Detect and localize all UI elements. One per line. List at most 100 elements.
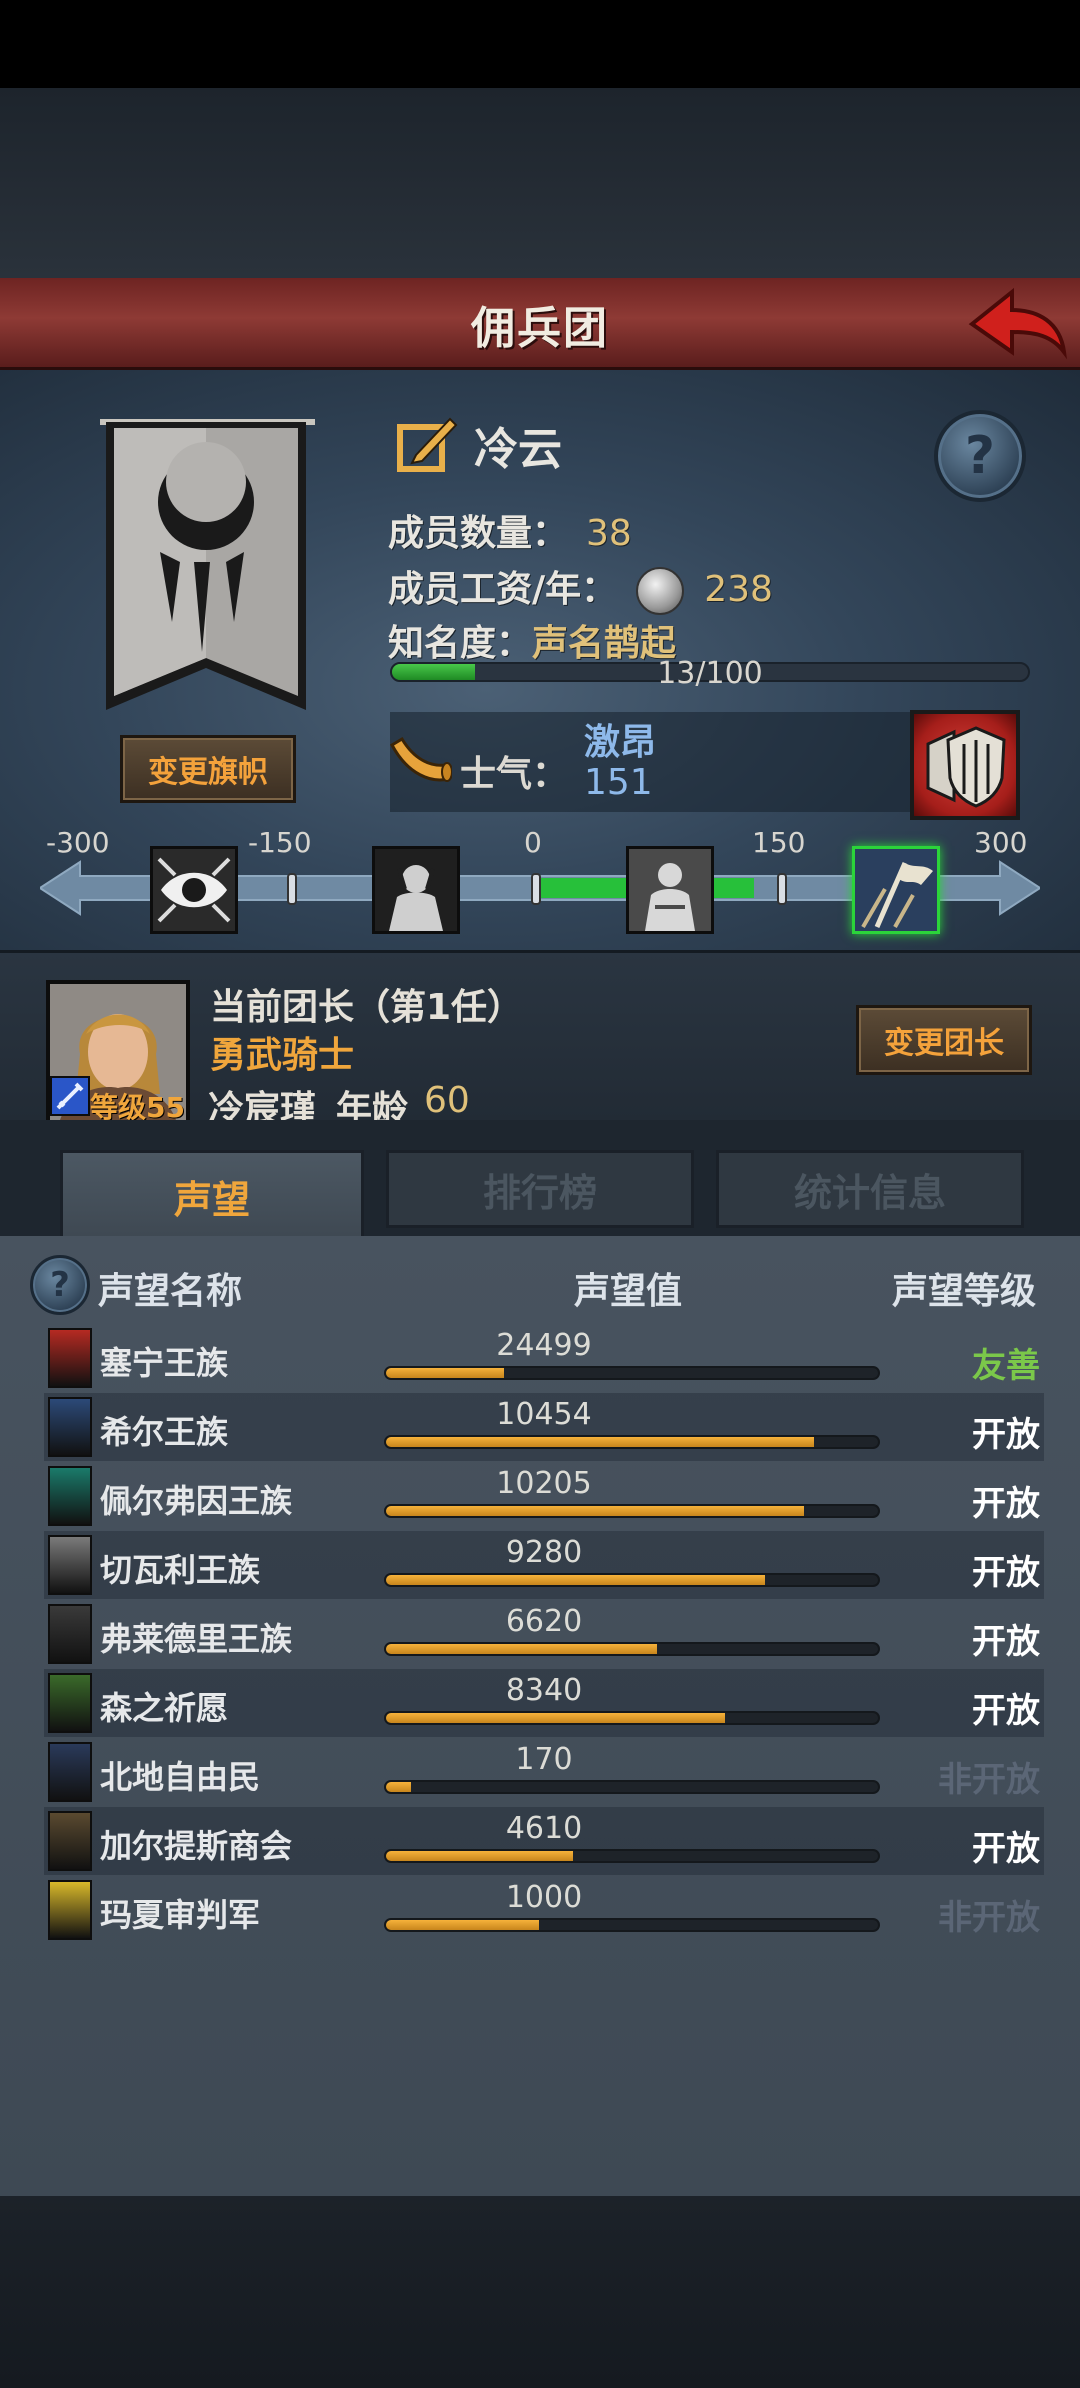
reputation-bar: [384, 1711, 880, 1725]
reputation-value: 4610: [505, 1811, 583, 1846]
eye-icon[interactable]: [150, 846, 238, 934]
reputation-level: 开放: [972, 1484, 1040, 1524]
change-leader-button[interactable]: 变更团长: [856, 1005, 1032, 1075]
faction-name: 切瓦利王族: [100, 1551, 261, 1589]
page-title: 佣兵团: [471, 303, 609, 354]
tab-statistics[interactable]: 统计信息: [716, 1150, 1024, 1228]
faction-crest-icon: [48, 1535, 92, 1595]
leader-title: 当前团长（第1任）: [210, 987, 524, 1028]
table-row[interactable]: 切瓦利王族 9280 开放: [44, 1531, 1044, 1599]
help-icon[interactable]: ?: [934, 410, 1026, 502]
reputation-bar-fill: [386, 1851, 573, 1861]
faction-name: 希尔王族: [100, 1413, 229, 1451]
tab-ranking[interactable]: 排行榜: [386, 1150, 694, 1228]
tick-label: 150: [752, 826, 806, 859]
faction-crest-icon: [48, 1742, 92, 1802]
tick-label: -300: [46, 826, 110, 859]
title-bar: 佣兵团: [0, 278, 1080, 370]
reputation-value: 9280: [505, 1535, 583, 1570]
tab-reputation[interactable]: 声望: [60, 1150, 364, 1240]
morale-state: 激昂: [584, 722, 657, 763]
table-row[interactable]: 玛夏审判军 1000 非开放: [44, 1876, 1044, 1944]
reputation-level: 非开放: [938, 1760, 1040, 1800]
bottom-background: [0, 2196, 1080, 2388]
reputation-bar: [384, 1504, 880, 1518]
faction-name: 玛夏审判军: [100, 1896, 261, 1934]
faction-name: 加尔提斯商会: [100, 1827, 293, 1865]
morale-value: 151: [584, 762, 653, 803]
faction-crest-icon: [48, 1328, 92, 1388]
reputation-bar: [384, 1849, 880, 1863]
reputation-bar: [384, 1918, 880, 1932]
faction-crest-icon: [48, 1466, 92, 1526]
member-count-value: 38: [586, 513, 632, 554]
reputation-value: 170: [515, 1742, 573, 1777]
table-row[interactable]: 佩尔弗因王族 10205 开放: [44, 1462, 1044, 1530]
member-count-label: 成员数量：: [388, 513, 569, 554]
edit-name-icon[interactable]: [396, 413, 458, 477]
reputation-bar: [384, 1573, 880, 1587]
reputation-bar-fill: [386, 1920, 539, 1930]
faction-crest-icon: [48, 1397, 92, 1457]
fame-progress-text: 13/100: [657, 656, 763, 691]
reputation-level: 开放: [972, 1829, 1040, 1869]
back-button[interactable]: [968, 286, 1068, 362]
reputation-bar: [384, 1780, 880, 1794]
table-row[interactable]: 北地自由民 170 非开放: [44, 1738, 1044, 1806]
table-row[interactable]: 森之祈愿 8340 开放: [44, 1669, 1044, 1737]
table-row[interactable]: 希尔王族 10454 开放: [44, 1393, 1044, 1461]
reputation-bar: [384, 1366, 880, 1380]
reputation-bar: [384, 1435, 880, 1449]
company-name[interactable]: 冷云: [474, 413, 562, 477]
reputation-help-icon[interactable]: ?: [30, 1255, 90, 1315]
header-level: 声望等级: [892, 1271, 1037, 1312]
reputation-level: 开放: [972, 1691, 1040, 1731]
silver-coin-icon: [635, 567, 684, 615]
reputation-value: 10454: [496, 1397, 592, 1432]
table-row[interactable]: 弗莱德里王族 6620 开放: [44, 1600, 1044, 1668]
reputation-level: 友善: [972, 1346, 1040, 1386]
reputation-value: 1000: [505, 1880, 583, 1915]
tick-label: 300: [974, 826, 1028, 859]
table-row[interactable]: 塞宁王族 24499 友善: [44, 1324, 1044, 1392]
reputation-value: 6620: [505, 1604, 583, 1639]
faction-crest-icon: [48, 1604, 92, 1664]
faction-name: 塞宁王族: [100, 1344, 229, 1382]
reputation-value: 10205: [496, 1466, 592, 1501]
faction-crest-icon: [48, 1673, 92, 1733]
status-bar-area: [0, 0, 1080, 88]
reputation-level: 非开放: [938, 1898, 1040, 1938]
calm-icon[interactable]: [626, 846, 714, 934]
faction-name: 北地自由民: [100, 1758, 261, 1796]
salary-value: 238: [704, 569, 773, 610]
rally-flag-icon[interactable]: [852, 846, 940, 934]
horn-icon: [388, 735, 453, 795]
reputation-level: 开放: [972, 1622, 1040, 1662]
member-count-row: 成员数量： 38: [388, 504, 632, 556]
salary-label: 成员工资/年：: [388, 569, 618, 610]
faction-crest-icon: [48, 1880, 92, 1940]
fame-progress-fill: [392, 664, 475, 680]
reputation-value: 24499: [496, 1328, 592, 1363]
tick-label: -150: [248, 826, 312, 859]
header-value: 声望值: [574, 1271, 683, 1312]
company-name-row: 冷云: [396, 410, 562, 480]
reputation-level: 开放: [972, 1553, 1040, 1593]
top-background: [0, 88, 1080, 278]
tick-label: 0: [524, 826, 542, 859]
reputation-bar: [384, 1642, 880, 1656]
table-row[interactable]: 加尔提斯商会 4610 开放: [44, 1807, 1044, 1875]
faction-crest-icon: [48, 1811, 92, 1871]
sword-class-icon: [50, 1076, 90, 1116]
header-name: 声望名称: [98, 1271, 243, 1312]
reputation-bar-fill: [386, 1506, 805, 1516]
change-flag-button[interactable]: 变更旗帜: [120, 735, 296, 803]
fame-label: 知名度：: [388, 623, 533, 664]
reputation-bar-fill: [386, 1368, 505, 1378]
leader-class: 勇武骑士: [210, 1035, 355, 1076]
company-banner-icon: [74, 412, 340, 722]
reputation-bar-fill: [386, 1713, 726, 1723]
shield-morale-icon[interactable]: [910, 710, 1020, 820]
back-arrow-icon: [968, 287, 1067, 360]
despair-icon[interactable]: [372, 846, 460, 934]
